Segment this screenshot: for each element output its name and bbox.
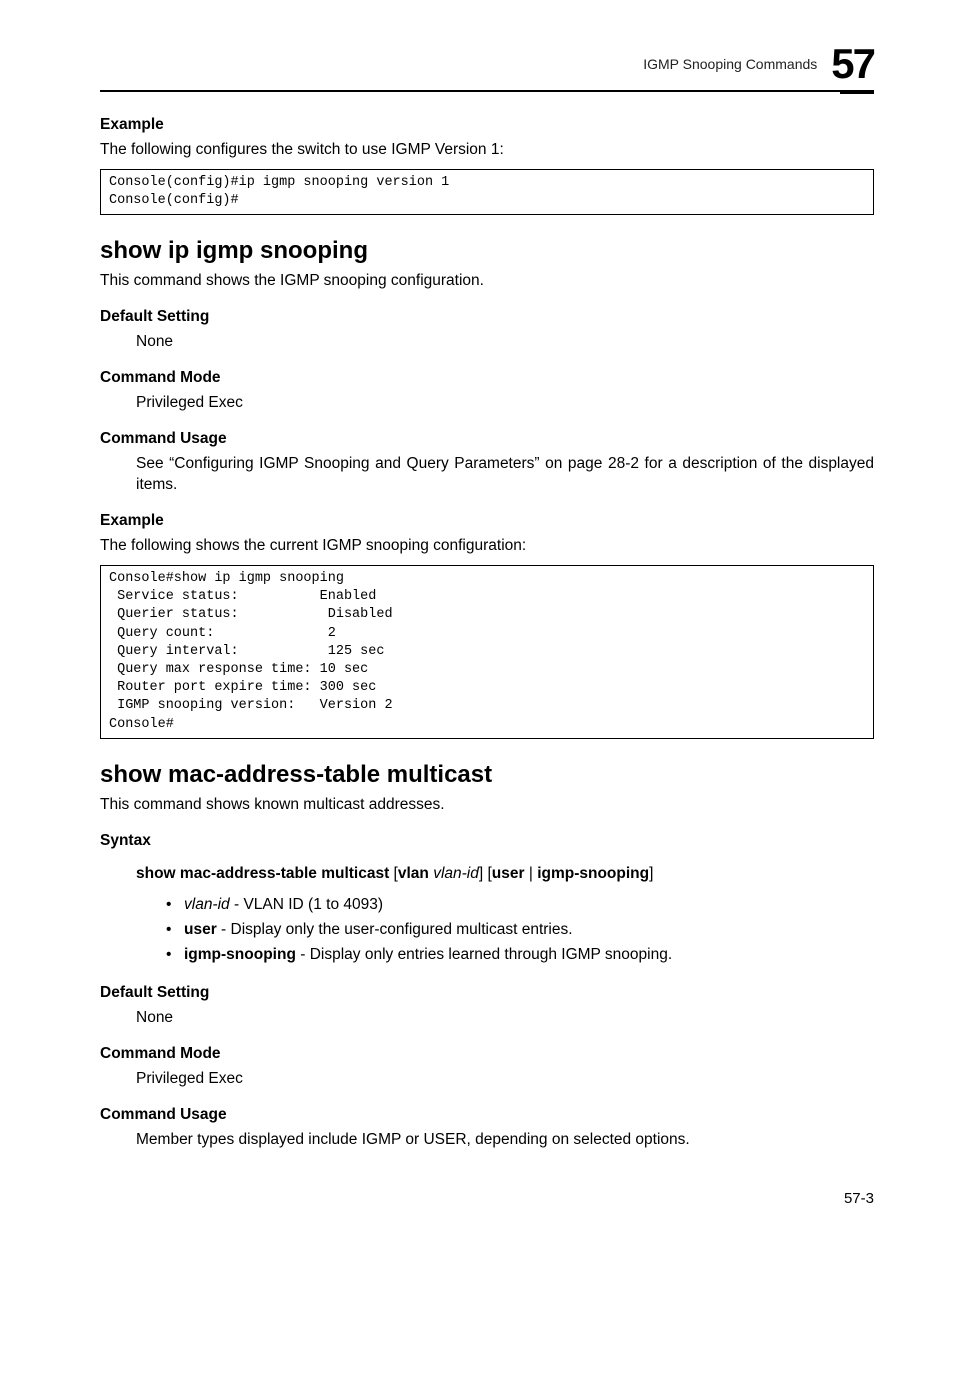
syntax-text: | — [525, 865, 538, 882]
example-heading: Example — [100, 512, 874, 530]
syntax-kw: igmp-snooping — [537, 865, 649, 882]
section-intro: This command shows the IGMP snooping con… — [100, 271, 874, 292]
page: IGMP Snooping Commands 57 Example The fo… — [0, 0, 954, 1257]
list-item: igmp-snooping - Display only entries lea… — [166, 943, 874, 968]
section-title: show ip igmp snooping — [100, 237, 874, 265]
example-intro: The following configures the switch to u… — [100, 140, 874, 161]
header-accent-line — [840, 92, 874, 94]
list-item: vlan-id - VLAN ID (1 to 4093) — [166, 893, 874, 918]
chapter-number: 57 — [831, 40, 874, 88]
example-intro: The following shows the current IGMP sno… — [100, 536, 874, 557]
page-header: IGMP Snooping Commands 57 — [100, 40, 874, 92]
command-usage-heading: Command Usage — [100, 430, 874, 448]
bullet-kw: user — [184, 921, 217, 938]
bullet-text: - VLAN ID (1 to 4093) — [230, 896, 383, 913]
command-mode-value: Privileged Exec — [136, 393, 874, 414]
list-item: user - Display only the user-configured … — [166, 918, 874, 943]
running-head: IGMP Snooping Commands — [643, 56, 817, 72]
syntax-kw: show mac-address-table multicast — [136, 865, 389, 882]
section-intro: This command shows known multicast addre… — [100, 795, 874, 816]
syntax-kw: vlan — [398, 865, 429, 882]
bullet-kw: igmp-snooping — [184, 946, 296, 963]
command-mode-heading: Command Mode — [100, 369, 874, 387]
default-setting-heading: Default Setting — [100, 984, 874, 1002]
code-block: Console#show ip igmp snooping Service st… — [100, 565, 874, 739]
bullet-text: - Display only the user-configured multi… — [217, 921, 573, 938]
syntax-text: ] [ — [479, 865, 492, 882]
syntax-heading: Syntax — [100, 832, 874, 850]
syntax-text: [ — [389, 865, 398, 882]
example-heading: Example — [100, 116, 874, 134]
syntax-text: ] — [649, 865, 653, 882]
command-usage-value: Member types displayed include IGMP or U… — [136, 1130, 874, 1151]
bullet-text: - Display only entries learned through I… — [296, 946, 672, 963]
default-setting-value: None — [136, 332, 874, 353]
syntax-bullets: vlan-id - VLAN ID (1 to 4093) user - Dis… — [166, 893, 874, 967]
section-title: show mac-address-table multicast — [100, 761, 874, 789]
command-mode-heading: Command Mode — [100, 1045, 874, 1063]
syntax-arg: vlan-id — [433, 865, 479, 882]
default-setting-value: None — [136, 1008, 874, 1029]
page-number: 57-3 — [100, 1190, 874, 1207]
syntax-line: show mac-address-table multicast [vlan v… — [136, 865, 874, 883]
command-mode-value: Privileged Exec — [136, 1069, 874, 1090]
header-inner: IGMP Snooping Commands 57 — [643, 40, 874, 88]
syntax-kw: user — [492, 865, 525, 882]
code-block: Console(config)#ip igmp snooping version… — [100, 169, 874, 215]
command-usage-value: See “Configuring IGMP Snooping and Query… — [136, 454, 874, 496]
command-usage-heading: Command Usage — [100, 1106, 874, 1124]
default-setting-heading: Default Setting — [100, 308, 874, 326]
bullet-arg: vlan-id — [184, 896, 230, 913]
